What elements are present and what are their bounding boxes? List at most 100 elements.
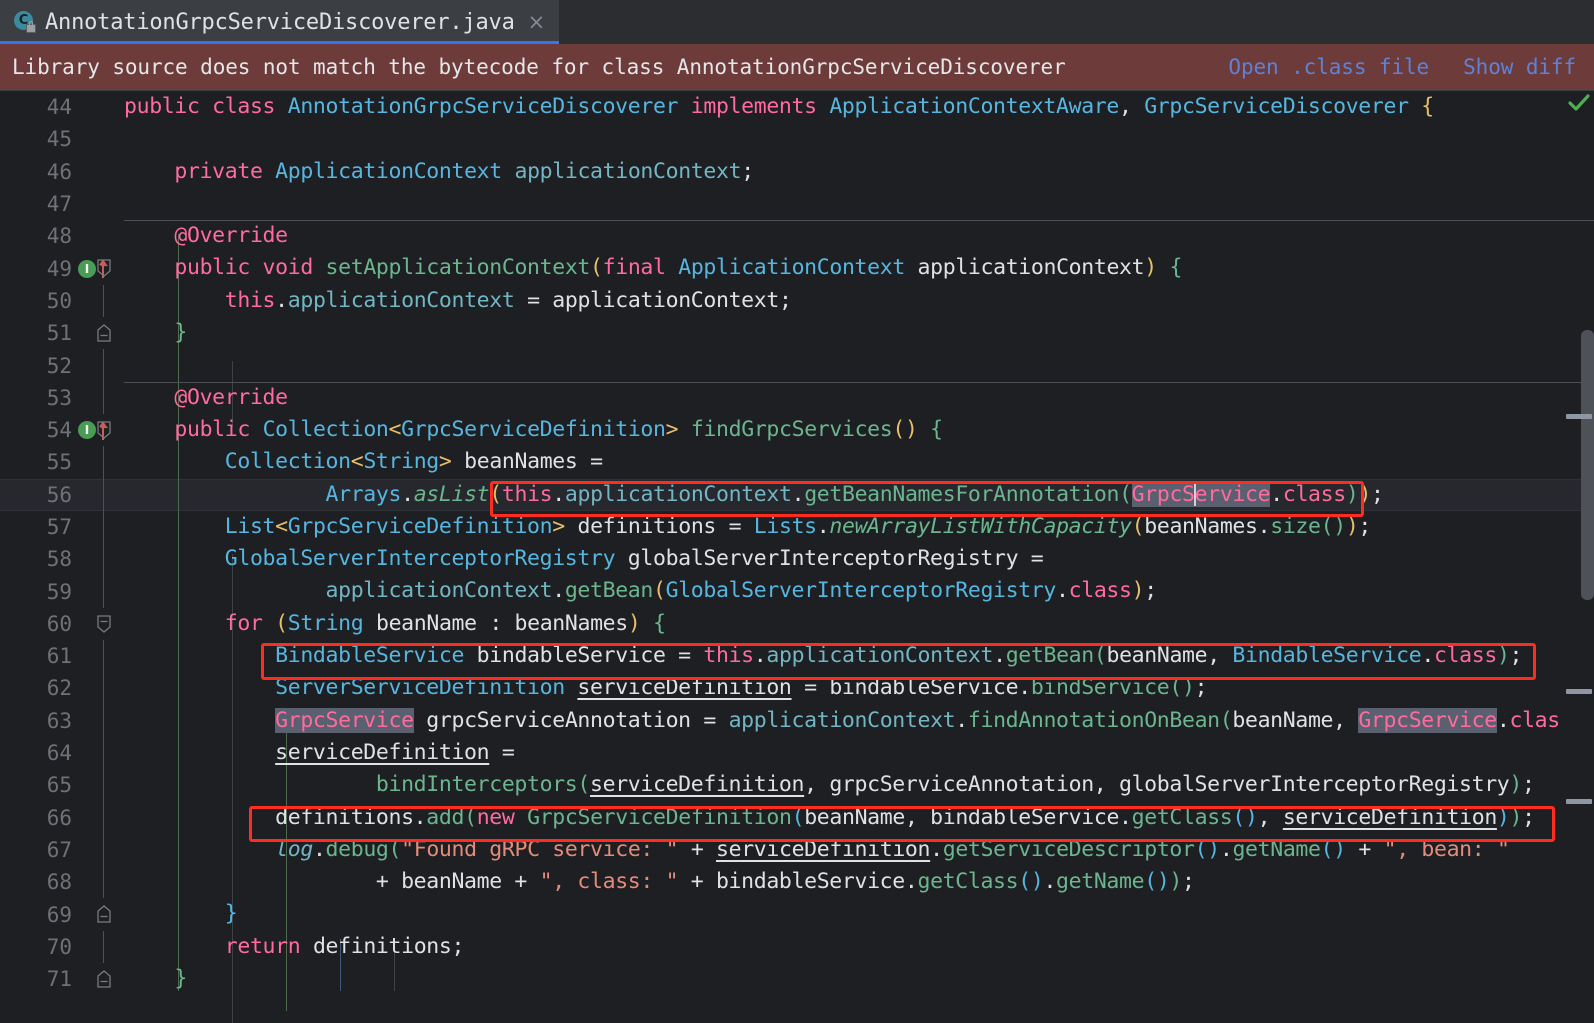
occurrence-marker[interactable] [1566, 799, 1592, 804]
gutter[interactable]: 48 [0, 220, 124, 252]
code-text: this.applicationContext = applicationCon… [224, 287, 792, 313]
code-row[interactable]: 48 @Override [0, 220, 1594, 252]
occurrence-marker[interactable] [1566, 414, 1592, 419]
code-row[interactable]: 70 return definitions; [0, 930, 1594, 964]
code-text: private ApplicationContext applicationCo… [174, 158, 754, 184]
gutter[interactable]: 47 [0, 188, 124, 220]
gutter[interactable]: 63 [0, 704, 124, 737]
gutter[interactable]: 68 [0, 866, 124, 899]
gutter[interactable]: 62 [0, 672, 124, 705]
gutter[interactable]: 53 [0, 381, 124, 414]
inspection-ok-check-icon[interactable] [1568, 93, 1590, 113]
code-row[interactable]: 51 } [0, 317, 1594, 349]
code-row[interactable]: 54 I public Collection<GrpcServiceDefini… [0, 414, 1594, 446]
gutter[interactable]: 46 [0, 156, 124, 188]
gutter[interactable]: 59 [0, 575, 124, 608]
banner-message: Library source does not match the byteco… [12, 55, 1066, 79]
gutter[interactable]: 55 [0, 446, 124, 479]
line-number: 63 [46, 708, 72, 733]
code-text: } [174, 966, 187, 992]
gutter[interactable]: 64 [0, 736, 124, 770]
code-row[interactable]: 49 I public void setApplicationContext(f… [0, 252, 1594, 284]
line-number: 65 [46, 773, 72, 798]
gutter[interactable]: 45 [0, 123, 124, 155]
code-row[interactable]: 55 Collection<String> beanNames = [0, 446, 1594, 479]
java-class-readonly-icon: C [14, 11, 36, 33]
code-row[interactable]: 50 this.applicationContext = application… [0, 284, 1594, 318]
close-icon[interactable]: × [528, 11, 546, 33]
fold-region-end-icon[interactable] [94, 968, 114, 990]
gutter[interactable]: 49 I [0, 252, 124, 284]
code-row[interactable]: 46 private ApplicationContext applicatio… [0, 156, 1594, 188]
fold-region-end-icon[interactable] [94, 322, 114, 344]
code-row[interactable]: 44 public class AnnotationGrpcServiceDis… [0, 91, 1594, 123]
line-number: 68 [46, 870, 72, 895]
gutter[interactable]: 51 [0, 317, 124, 349]
code-text: GrpcService grpcServiceAnnotation = appl… [275, 707, 1560, 733]
fold-region-start-icon[interactable] [94, 257, 114, 279]
code-row[interactable]: 62 ServerServiceDefinition serviceDefini… [0, 672, 1594, 705]
error-stripe[interactable] [1564, 91, 1594, 1023]
fold-connector [103, 446, 104, 479]
fold-region-start-icon[interactable] [94, 613, 114, 635]
code-row[interactable]: 58 GlobalServerInterceptorRegistry globa… [0, 543, 1594, 576]
open-class-file-link[interactable]: Open .class file [1228, 55, 1429, 79]
line-number: 56 [46, 482, 72, 507]
gutter[interactable]: 60 [0, 608, 124, 640]
gutter[interactable]: 66 [0, 801, 124, 834]
code-row[interactable]: 61 BindableService bindableService = thi… [0, 640, 1594, 673]
gutter[interactable]: 50 [0, 284, 124, 318]
line-number: 58 [46, 547, 72, 572]
code-row[interactable]: 52 [0, 349, 1594, 382]
code-row-current[interactable]: 56 Arrays.asList(this.applicationContext… [0, 478, 1594, 512]
code-row[interactable]: 66 definitions.add(new GrpcServiceDefini… [0, 801, 1594, 834]
gutter[interactable]: 65 [0, 769, 124, 802]
gutter[interactable]: 58 [0, 543, 124, 576]
line-number: 54 [46, 418, 72, 443]
code-row[interactable]: 65 bindInterceptors(serviceDefinition, g… [0, 769, 1594, 802]
gutter[interactable]: 71 [0, 963, 124, 995]
code-text: } [174, 320, 187, 346]
code-row[interactable]: 69 } [0, 898, 1594, 930]
gutter[interactable]: 70 [0, 930, 124, 964]
code-lines: 44 public class AnnotationGrpcServiceDis… [0, 91, 1594, 995]
gutter[interactable]: 67 [0, 833, 124, 867]
line-number: 62 [46, 676, 72, 701]
code-row[interactable]: 59 applicationContext.getBean(GlobalServ… [0, 575, 1594, 608]
gutter[interactable]: 69 [0, 898, 124, 930]
gutter[interactable]: 57 [0, 510, 124, 544]
fold-connector [103, 543, 104, 576]
gutter[interactable]: 61 [0, 640, 124, 673]
show-diff-link[interactable]: Show diff [1463, 55, 1576, 79]
code-row[interactable]: 68 + beanName + ", class: " + bindableSe… [0, 866, 1594, 899]
code-row[interactable]: 67 log.debug("Found gRPC service: " + se… [0, 833, 1594, 867]
gutter[interactable]: 56 [0, 478, 124, 511]
fold-region-start-icon[interactable] [94, 419, 114, 441]
code-row[interactable]: 64 serviceDefinition = [0, 736, 1594, 770]
editor-tab-annotationgrpcservicediscoverer[interactable]: C AnnotationGrpcServiceDiscoverer.java × [0, 0, 560, 44]
fold-connector [103, 833, 104, 867]
gutter[interactable]: 44 [0, 91, 124, 123]
line-number: 67 [46, 837, 72, 862]
gutter[interactable]: 52 [0, 349, 124, 382]
code-row[interactable]: 63 GrpcService grpcServiceAnnotation = a… [0, 704, 1594, 737]
code-row[interactable]: 45 [0, 123, 1594, 155]
code-row[interactable]: 71 } [0, 963, 1594, 995]
occurrence-marker[interactable] [1566, 689, 1592, 694]
code-row[interactable]: 47 [0, 188, 1594, 220]
code-text: bindInterceptors(serviceDefinition, grpc… [375, 772, 1535, 798]
gutter[interactable]: 54 I [0, 414, 124, 446]
code-row[interactable]: 53 @Override [0, 381, 1594, 414]
fold-connector [103, 510, 104, 544]
code-row[interactable]: 57 List<GrpcServiceDefinition> definitio… [0, 510, 1594, 544]
line-number: 57 [46, 515, 72, 539]
code-editor[interactable]: 44 public class AnnotationGrpcServiceDis… [0, 91, 1594, 1023]
code-text: public class AnnotationGrpcServiceDiscov… [124, 94, 1434, 119]
fold-region-end-icon[interactable] [94, 903, 114, 925]
line-number: 64 [46, 741, 72, 766]
code-text: definitions.add(new GrpcServiceDefinitio… [275, 804, 1535, 830]
code-text: ServerServiceDefinition serviceDefinitio… [275, 675, 1208, 701]
line-number: 55 [46, 450, 72, 475]
code-row[interactable]: 60 for (String beanName : beanNames) { [0, 608, 1594, 640]
